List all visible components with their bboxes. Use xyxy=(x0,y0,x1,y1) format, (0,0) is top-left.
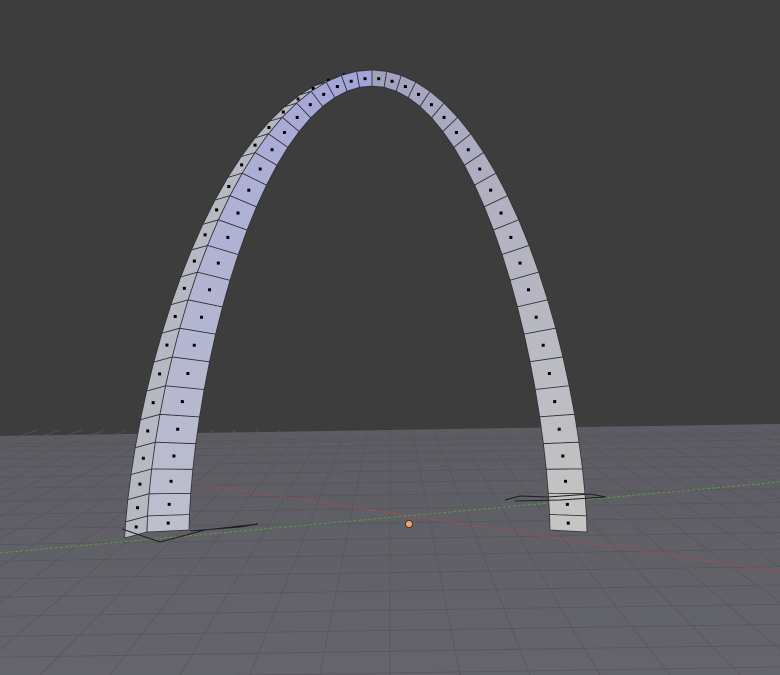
face-dot[interactable] xyxy=(429,103,433,107)
face-dot[interactable] xyxy=(322,92,326,96)
face-dot[interactable] xyxy=(192,343,196,347)
face-dot[interactable] xyxy=(478,167,482,171)
face-dot[interactable] xyxy=(227,185,231,189)
face-dot[interactable] xyxy=(499,211,503,215)
face-dot[interactable] xyxy=(226,235,230,239)
face-dot[interactable] xyxy=(390,79,394,83)
face-dot[interactable] xyxy=(186,371,190,375)
face-dot[interactable] xyxy=(541,343,545,347)
face-dot[interactable] xyxy=(247,188,251,192)
face-dot[interactable] xyxy=(165,343,169,347)
face-dot[interactable] xyxy=(416,92,420,96)
face-dot[interactable] xyxy=(203,233,207,237)
face-dot[interactable] xyxy=(335,85,339,89)
face-dot[interactable] xyxy=(489,188,493,192)
face-dot[interactable] xyxy=(151,401,155,405)
face-dot[interactable] xyxy=(146,429,150,433)
face-dot[interactable] xyxy=(557,427,561,431)
face-dot[interactable] xyxy=(454,130,458,134)
face-dot[interactable] xyxy=(158,372,162,376)
face-dot[interactable] xyxy=(282,130,286,134)
face-dot[interactable] xyxy=(518,261,522,265)
face-dot[interactable] xyxy=(166,521,170,525)
object-origin-point[interactable] xyxy=(405,520,413,528)
face-dot[interactable] xyxy=(295,115,299,119)
face-dot[interactable] xyxy=(565,502,569,506)
face-dot[interactable] xyxy=(208,288,212,292)
face-dot[interactable] xyxy=(442,115,446,119)
face-dot[interactable] xyxy=(138,482,142,486)
face-dot[interactable] xyxy=(169,479,173,483)
face-dot[interactable] xyxy=(403,85,407,89)
face-dot[interactable] xyxy=(236,211,240,215)
face-dot[interactable] xyxy=(349,79,353,83)
face-dot[interactable] xyxy=(296,97,300,101)
face-dot[interactable] xyxy=(253,143,257,147)
face-dot[interactable] xyxy=(136,506,140,510)
face-dot[interactable] xyxy=(215,208,219,212)
face-dot[interactable] xyxy=(363,77,367,81)
face-dot[interactable] xyxy=(377,77,381,81)
face-dot[interactable] xyxy=(308,103,312,107)
face-dot[interactable] xyxy=(176,427,180,431)
face-dot[interactable] xyxy=(553,400,557,404)
face-dot[interactable] xyxy=(267,125,271,129)
face-dot[interactable] xyxy=(200,315,204,319)
face-dot[interactable] xyxy=(561,454,565,458)
face-dot[interactable] xyxy=(281,110,285,114)
face-dot[interactable] xyxy=(182,286,186,290)
face-dot[interactable] xyxy=(172,454,176,458)
face-dot[interactable] xyxy=(173,314,177,318)
face-dot[interactable] xyxy=(192,259,196,263)
face-dot[interactable] xyxy=(564,479,568,483)
face-dot[interactable] xyxy=(258,167,262,171)
face-dot[interactable] xyxy=(141,456,145,460)
face-dot[interactable] xyxy=(167,502,171,506)
face-dot[interactable] xyxy=(509,235,513,239)
face-dot[interactable] xyxy=(240,163,244,167)
3d-viewport[interactable] xyxy=(0,0,780,675)
face-dot[interactable] xyxy=(134,525,138,529)
face-dot[interactable] xyxy=(526,288,530,292)
face-dot[interactable] xyxy=(534,315,538,319)
face-dot[interactable] xyxy=(466,148,470,152)
face-dot[interactable] xyxy=(566,521,570,525)
face-dot[interactable] xyxy=(270,148,274,152)
face-dot[interactable] xyxy=(180,400,184,404)
face-dot[interactable] xyxy=(216,261,220,265)
face-dot[interactable] xyxy=(547,371,551,375)
